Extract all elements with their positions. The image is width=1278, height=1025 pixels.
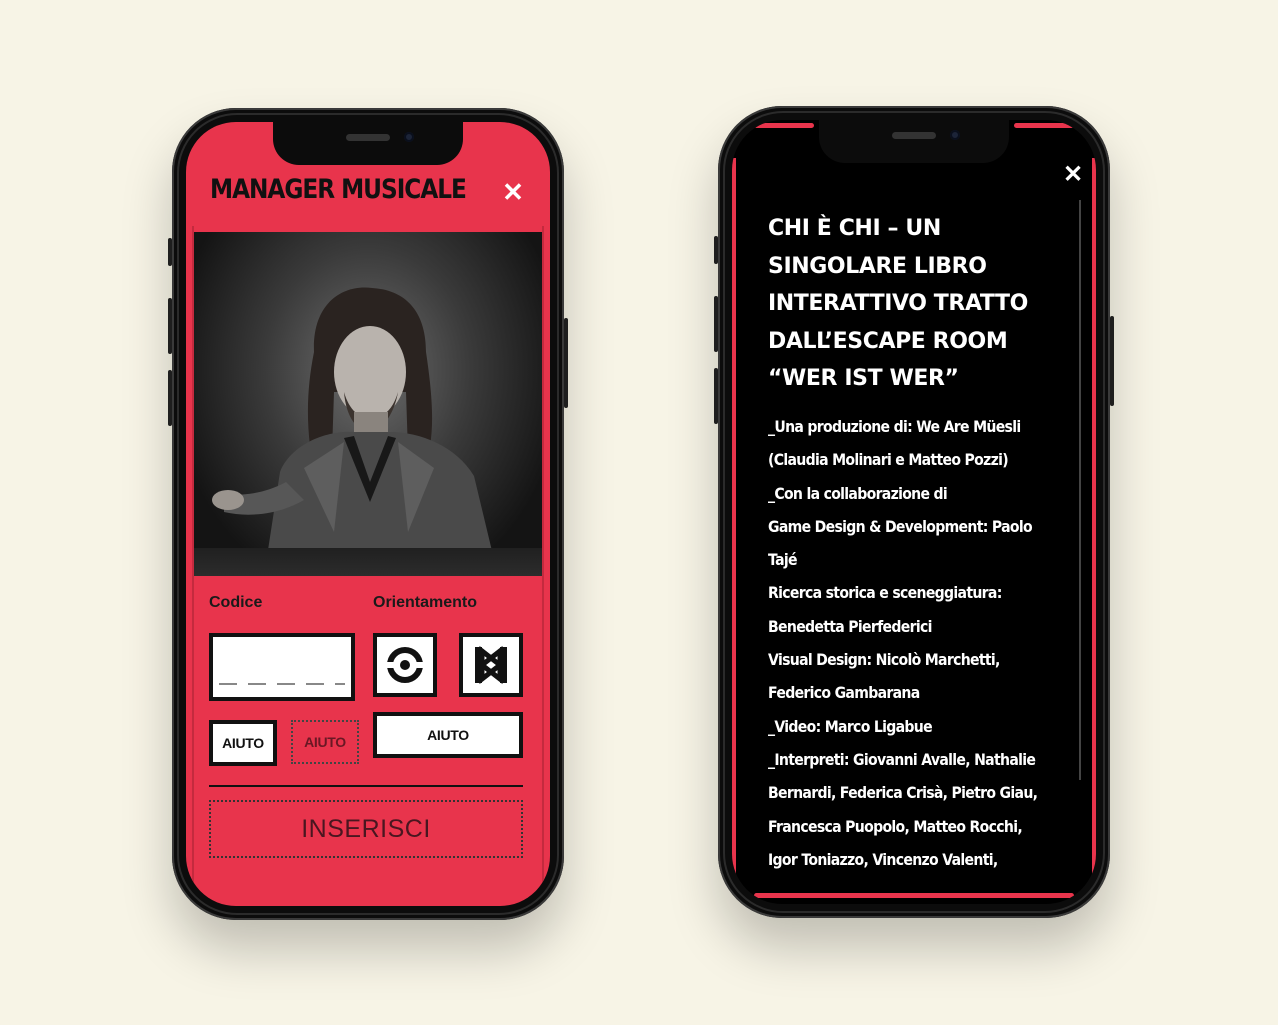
close-icon[interactable]: ✕ bbox=[1060, 162, 1086, 188]
title-line: INTERATTIVO TRATTO bbox=[768, 291, 1028, 316]
volume-up-button bbox=[714, 296, 718, 352]
hourglass-icon bbox=[475, 645, 507, 685]
title-line: DALL’ESCAPE ROOM bbox=[768, 328, 1008, 354]
help-button-disabled[interactable]: AIUTO bbox=[291, 720, 359, 764]
credit-line: Visual Design: Nicolò Marchetti, bbox=[768, 650, 1000, 670]
left-screen: MANAGER MUSICALE ✕ Codice Orientamento A… bbox=[186, 122, 550, 906]
mute-switch bbox=[714, 236, 718, 264]
notch bbox=[819, 120, 1009, 163]
title-line: SINGOLARE LIBRO bbox=[768, 253, 987, 279]
accent-border-right bbox=[1092, 158, 1096, 894]
scrollbar[interactable] bbox=[1079, 200, 1081, 780]
orientation-compass-button[interactable] bbox=[373, 633, 437, 697]
table-surface bbox=[194, 548, 542, 576]
credit-line: _Con la collaborazione di bbox=[768, 483, 948, 503]
credit-line: Tajé bbox=[768, 550, 798, 570]
credit-line: Game Design & Development: Paolo bbox=[768, 516, 1033, 536]
title-line: CHI È CHI – UN bbox=[768, 216, 941, 241]
title-line: “WER IST WER” bbox=[768, 366, 959, 391]
credits-title: CHI È CHI – UN SINGOLARE LIBRO INTERATTI… bbox=[768, 210, 1048, 398]
accent-border-top-left bbox=[754, 123, 814, 128]
credit-line: _Interpreti: Giovanni Avalle, Nathalie bbox=[768, 749, 1036, 769]
help-button-orientation[interactable]: AIUTO bbox=[373, 712, 523, 758]
power-button bbox=[564, 318, 568, 408]
accent-border-top-right bbox=[1014, 123, 1074, 128]
credit-line: (Claudia Molinari e Matteo Pozzi) bbox=[768, 450, 1009, 470]
accent-border-bottom bbox=[754, 893, 1074, 898]
orientation-rotate-button[interactable] bbox=[459, 633, 523, 697]
code-placeholder-dashes bbox=[219, 683, 345, 685]
credit-line: Federico Gambarana bbox=[768, 683, 920, 703]
mute-switch bbox=[168, 238, 172, 266]
credits-list: _Una produzione di: We Are Müesli (Claud… bbox=[768, 410, 1038, 876]
divider bbox=[209, 785, 523, 787]
code-input[interactable] bbox=[209, 633, 355, 701]
front-camera bbox=[404, 132, 414, 142]
portrait-illustration bbox=[212, 287, 498, 576]
credit-line: _Una produzione di: We Are Müesli bbox=[768, 417, 1021, 436]
code-label: Codice bbox=[209, 594, 263, 611]
volume-up-button bbox=[168, 298, 172, 354]
orientation-label: Orientamento bbox=[373, 594, 478, 611]
page-title: MANAGER MUSICALE bbox=[210, 174, 467, 205]
notch bbox=[273, 122, 463, 165]
credit-line: _Video: Marco Ligabue bbox=[768, 716, 933, 736]
credit-line: Ricerca storica e sceneggiatura: bbox=[768, 583, 1002, 603]
credit-line: Bernardi, Federica Crisà, Pietro Giau, bbox=[768, 783, 1038, 803]
speaker bbox=[892, 132, 936, 139]
power-button bbox=[1110, 316, 1114, 406]
volume-down-button bbox=[168, 370, 172, 426]
phone-left: MANAGER MUSICALE ✕ Codice Orientamento A… bbox=[168, 108, 568, 920]
phone-right: ✕ CHI È CHI – UN SINGOLARE LIBRO INTERAT… bbox=[714, 106, 1114, 918]
target-icon bbox=[385, 647, 425, 683]
help-button-code[interactable]: AIUTO bbox=[209, 720, 277, 766]
right-screen: ✕ CHI È CHI – UN SINGOLARE LIBRO INTERAT… bbox=[732, 120, 1096, 904]
close-icon[interactable]: ✕ bbox=[500, 179, 526, 205]
character-photo bbox=[194, 232, 542, 576]
credit-line: Benedetta Pierfederici bbox=[768, 616, 932, 636]
credit-line: Igor Toniazzo, Vincenzo Valenti, bbox=[768, 849, 998, 869]
volume-down-button bbox=[714, 368, 718, 424]
speaker bbox=[346, 134, 390, 141]
credit-line: Francesca Puopolo, Matteo Rocchi, bbox=[768, 816, 1023, 836]
front-camera bbox=[950, 130, 960, 140]
accent-border-left bbox=[732, 158, 736, 894]
insert-button[interactable]: INSERISCI bbox=[209, 800, 523, 858]
